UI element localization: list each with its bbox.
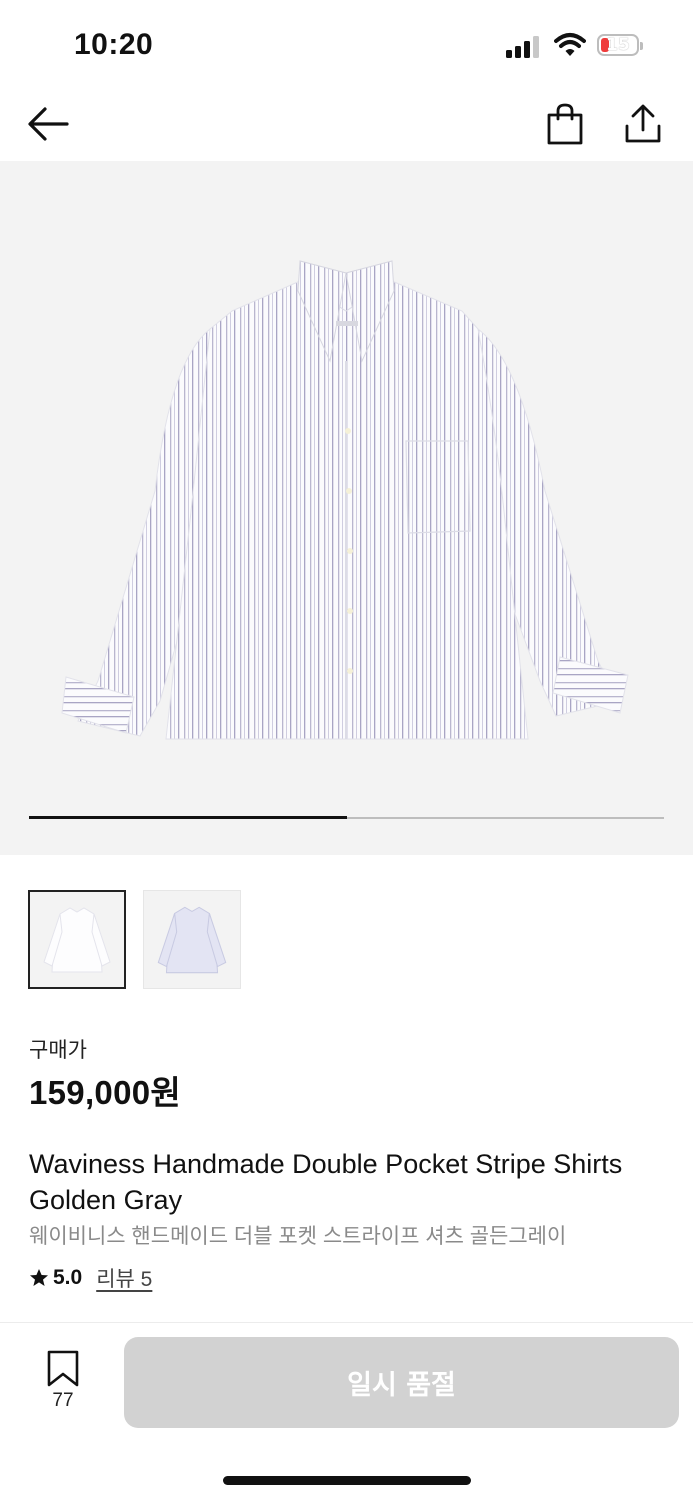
share-icon xyxy=(625,104,661,143)
product-photo-shirt xyxy=(61,260,629,740)
status-bar: 10:20 15 xyxy=(0,0,693,90)
bookmark-count: 77 xyxy=(52,1390,74,1411)
battery-level: 15 xyxy=(606,35,630,55)
thumbnail-shirt-image xyxy=(157,906,227,974)
reviews-link[interactable]: 리뷰 5 xyxy=(96,1263,152,1293)
thumbnail-1[interactable] xyxy=(28,890,126,989)
battery-icon: 15 xyxy=(597,34,643,56)
wifi-icon xyxy=(554,33,586,56)
star-icon xyxy=(30,1269,48,1286)
price-value: 159,000원 xyxy=(29,1074,182,1111)
cart-button[interactable] xyxy=(539,98,591,150)
carousel-progress-track xyxy=(29,816,664,819)
top-nav-bar xyxy=(0,90,693,160)
cellular-signal-icon xyxy=(506,34,540,58)
shopping-bag-icon xyxy=(547,103,583,145)
thumbnail-shirt-image xyxy=(43,907,111,973)
thumbnail-2[interactable] xyxy=(143,890,241,989)
status-time: 10:20 xyxy=(74,28,154,61)
product-title-en: Waviness Handmade Double Pocket Stripe S… xyxy=(29,1149,623,1215)
product-image-carousel[interactable] xyxy=(0,161,693,855)
home-indicator xyxy=(223,1476,471,1485)
bookmark-button[interactable]: 77 xyxy=(30,1350,96,1416)
rating-row: 5.0 리뷰 5 xyxy=(29,1263,152,1293)
bookmark-icon xyxy=(47,1350,79,1387)
price-label: 구매가 xyxy=(29,1039,87,1062)
footer-divider xyxy=(0,1322,693,1323)
sold-out-button[interactable]: 일시 품절 xyxy=(124,1337,679,1428)
arrow-left-icon xyxy=(28,107,69,141)
carousel-progress-fill xyxy=(29,816,347,819)
back-button[interactable] xyxy=(22,98,74,150)
share-button[interactable] xyxy=(617,98,669,150)
rating-score: 5.0 xyxy=(53,1266,83,1289)
product-title-ko: 웨이비니스 핸드메이드 더블 포켓 스트라이프 셔츠 골든그레이 xyxy=(29,1225,567,1248)
